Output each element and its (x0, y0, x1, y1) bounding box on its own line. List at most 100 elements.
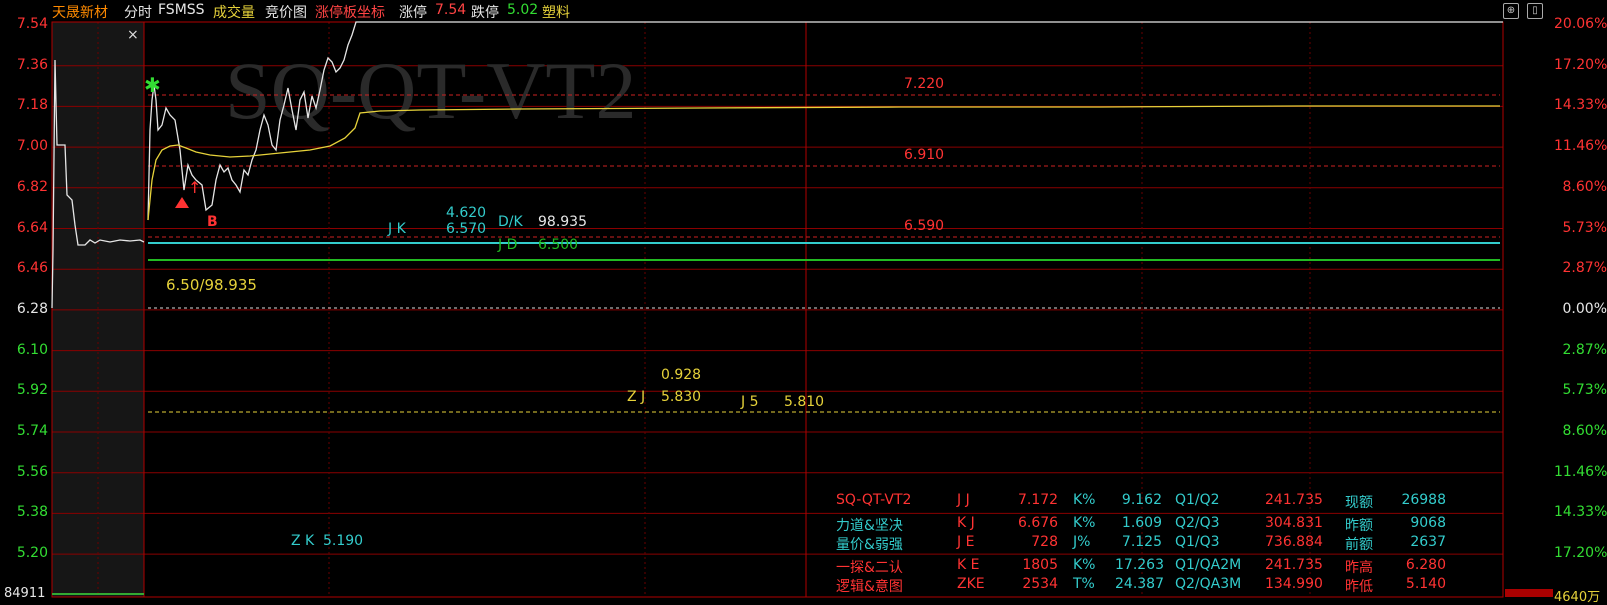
up-triangle-icon (175, 197, 189, 208)
watermark: SQ-QT-VT2 (225, 45, 637, 136)
table-cell-b: K J (957, 515, 975, 531)
table-cell-b: K E (957, 557, 980, 573)
window-icon[interactable]: ▯ (1527, 3, 1543, 19)
table-cell-e: 9.162 (1121, 492, 1162, 508)
table-cell-c: 1805 (1022, 557, 1058, 573)
auction-label[interactable]: 竞价图 (265, 2, 307, 22)
jd-value: 6.500 (538, 237, 579, 253)
table-cell-a: 一探&二认 (836, 560, 903, 576)
table-cell-b: J E (957, 534, 975, 550)
y-tick-price: 5.20 (16, 545, 48, 562)
header-bar: 天晟新材 分时 FSMSS 成交量 竞价图 涨停板坐标 涨停 7.54 跌停 5… (0, 0, 1607, 22)
y-tick-price: 6.10 (16, 341, 48, 358)
indicator-name[interactable]: FSMSS (158, 2, 205, 18)
y-tick-price: 5.56 (16, 463, 48, 480)
table-cell-d: J% (1073, 534, 1091, 550)
y-tick-price: 7.18 (16, 97, 48, 114)
j5-label: J 5 (741, 394, 759, 410)
table-cell-f: Q2/Q3 (1175, 515, 1220, 531)
table-cell-c: 6.676 (1018, 515, 1059, 531)
jk-bottom-value: 6.570 (446, 221, 487, 237)
zj-value: 5.830 (661, 389, 702, 405)
limit-down-value: 5.02 (507, 2, 539, 18)
y-tick-price: 6.46 (16, 260, 48, 277)
table-cell-e: 17.263 (1115, 557, 1164, 573)
y-tick-percent: 5.73% (1562, 219, 1607, 236)
dk-label: D/K (498, 214, 523, 230)
table-cell-h: 现额 (1345, 495, 1373, 511)
star-marker-icon: ✱ (144, 73, 161, 97)
table-cell-a: 逻辑&意图 (836, 579, 903, 595)
table-cell-h: 昨低 (1345, 579, 1373, 595)
table-cell-f: Q1/QA2M (1175, 557, 1242, 573)
zk-value: 5.190 (323, 533, 364, 549)
volume-left-value: 84911 (4, 586, 46, 601)
table-cell-g: 304.831 (1265, 515, 1323, 531)
table-cell-a: 力道&坚决 (836, 518, 903, 534)
table-cell-i: 26988 (1401, 492, 1446, 508)
table-cell-c: 728 (1031, 534, 1058, 550)
level-label-6910: 6.910 (904, 147, 945, 163)
y-tick-price: 6.28 (16, 300, 48, 317)
stock-name[interactable]: 天晟新材 (52, 2, 108, 22)
table-cell-f: Q2/QA3M (1175, 576, 1242, 592)
intraday-chart[interactable]: SQ-QT-VT2 ✱ ↑ (0, 0, 1607, 604)
expand-icon[interactable]: ⊕ (1503, 3, 1519, 19)
table-cell-c: 2534 (1022, 576, 1058, 592)
mode-label[interactable]: 分时 (124, 2, 152, 22)
table-cell-h: 昨高 (1345, 560, 1373, 576)
table-cell-e: 7.125 (1121, 534, 1162, 550)
table-cell-i: 6.280 (1405, 557, 1446, 573)
y-tick-price: 5.38 (16, 504, 48, 521)
table-cell-f: Q1/Q2 (1175, 492, 1220, 508)
limit-axis-label[interactable]: 涨停板坐标 (315, 2, 385, 22)
b-marker: B (207, 214, 218, 230)
table-cell-b: J J (957, 492, 970, 508)
table-cell-d: T% (1073, 576, 1095, 592)
y-tick-percent: 14.33% (1554, 504, 1607, 521)
y-tick-percent: 11.46% (1554, 463, 1607, 480)
jd-label: J D (498, 237, 518, 253)
y-tick-percent: 2.87% (1562, 341, 1607, 358)
ratio-label: 6.50/98.935 (166, 276, 257, 294)
table-cell-d: K% (1073, 515, 1096, 531)
y-tick-percent: 8.60% (1562, 178, 1607, 195)
table-cell-h: 前额 (1345, 537, 1373, 553)
table-cell-g: 241.735 (1265, 492, 1323, 508)
table-cell-d: K% (1073, 557, 1096, 573)
zj-top-value: 0.928 (661, 367, 702, 383)
volume-label[interactable]: 成交量 (213, 2, 255, 22)
y-tick-percent: 0.00% (1562, 300, 1607, 317)
j5-value: 5.810 (784, 394, 825, 410)
table-cell-e: 1.609 (1121, 515, 1162, 531)
y-tick-price: 6.82 (16, 178, 48, 195)
table-cell-e: 24.387 (1115, 576, 1164, 592)
zj-label: Z J (627, 389, 646, 405)
y-tick-price: 7.00 (16, 138, 48, 155)
dk-value: 98.935 (538, 214, 587, 230)
y-tick-price: 5.92 (16, 382, 48, 399)
zk-label: Z K (291, 533, 315, 549)
table-cell-g: 736.884 (1265, 534, 1323, 550)
level-label-7220: 7.220 (904, 76, 945, 92)
jk-label: J K (388, 221, 406, 237)
y-tick-price: 7.54 (16, 16, 48, 32)
y-tick-percent: 20.06% (1554, 16, 1607, 32)
table-cell-d: K% (1073, 492, 1096, 508)
limit-up-label: 涨停 (399, 5, 427, 21)
table-cell-b: ZKE (957, 576, 985, 592)
table-cell-i: 2637 (1410, 534, 1446, 550)
y-tick-percent: 11.46% (1554, 138, 1607, 155)
sector-label[interactable]: 塑料 (542, 2, 570, 22)
y-tick-percent: 14.33% (1554, 97, 1607, 114)
table-cell-f: Q1/Q3 (1175, 534, 1220, 550)
close-icon[interactable]: × (127, 27, 139, 43)
table-cell-g: 134.990 (1265, 576, 1323, 592)
limit-down-label: 跌停 (471, 5, 499, 21)
volume-bars-right (1505, 589, 1553, 597)
limit-up-value: 7.54 (435, 2, 467, 18)
level-label-6590: 6.590 (904, 218, 945, 234)
table-cell-g: 241.735 (1265, 557, 1323, 573)
table-cell-h: 昨额 (1345, 518, 1373, 534)
table-cell-i: 5.140 (1405, 576, 1446, 592)
